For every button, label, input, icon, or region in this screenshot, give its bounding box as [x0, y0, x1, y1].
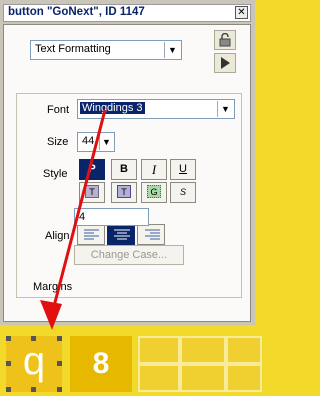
emboss-button[interactable]: G	[141, 182, 167, 203]
selection-handle[interactable]	[31, 387, 36, 392]
font-label: Font	[47, 104, 70, 116]
underline-button[interactable]: U	[170, 159, 196, 180]
change-case-button[interactable]: Change Case...	[74, 245, 184, 265]
selection-handle[interactable]	[57, 336, 62, 341]
size-value: 44	[82, 135, 95, 147]
selection-handle[interactable]	[31, 336, 36, 341]
font-value: Wingdings 3	[80, 102, 145, 114]
tile-8[interactable]: 8	[70, 336, 132, 392]
shadow-button[interactable]: T	[79, 182, 105, 203]
tile-q-glyph: q	[22, 339, 46, 383]
play-button[interactable]	[214, 53, 236, 73]
selection-handle[interactable]	[6, 387, 11, 392]
emboss-glyph: G	[147, 185, 161, 198]
text-formatting-group: Font Wingdings 3 ▼ Size 44 ▼ Style P B I…	[16, 93, 242, 298]
inspector-window: button "GoNext", ID 1147 ✕ Text Formatti…	[0, 0, 255, 325]
plain-style-button[interactable]: P	[79, 159, 105, 180]
selection-handle[interactable]	[57, 361, 62, 366]
inspector-panel: Text Formatting ▼ Font Wingdings 3 ▼ Siz…	[3, 24, 251, 322]
go-next-button-tile[interactable]: q	[6, 336, 62, 392]
card-strip: q 8	[0, 328, 267, 396]
italic-button[interactable]: I	[141, 159, 167, 180]
shadow-glyph: T	[85, 185, 99, 198]
style-label: Style	[43, 168, 68, 180]
selection-handle[interactable]	[6, 361, 11, 366]
window-title: button "GoNext", ID 1147	[8, 6, 145, 18]
font-dropdown[interactable]: Wingdings 3 ▼	[77, 99, 235, 119]
align-right-button[interactable]	[137, 224, 165, 245]
align-left-icon	[84, 229, 99, 240]
align-left-button[interactable]	[77, 224, 105, 245]
grid-tile	[226, 336, 262, 364]
grid-tile	[138, 364, 180, 392]
size-dropdown[interactable]: 44 ▼	[77, 132, 115, 152]
margins-input[interactable]: 4	[74, 208, 149, 226]
size-label: Size	[47, 136, 69, 148]
chevron-down-icon[interactable]: ▼	[164, 42, 180, 58]
bold-button[interactable]: B	[111, 159, 137, 180]
outline-glyph: T	[117, 185, 131, 198]
grid-tile	[226, 364, 262, 392]
outline-button[interactable]: T	[111, 182, 137, 203]
chevron-down-icon[interactable]: ▼	[99, 134, 113, 150]
align-center-icon	[114, 229, 130, 240]
play-icon	[221, 57, 230, 69]
extend-button[interactable]: S	[170, 182, 196, 203]
align-right-icon	[145, 229, 160, 240]
align-label: Align	[45, 230, 70, 242]
selection-handle[interactable]	[57, 387, 62, 392]
close-button[interactable]: ✕	[235, 6, 248, 19]
title-bar[interactable]: button "GoNext", ID 1147 ✕	[3, 4, 251, 22]
grid-tile	[180, 336, 226, 364]
lock-button[interactable]	[214, 30, 236, 50]
chevron-down-icon[interactable]: ▼	[217, 101, 233, 117]
panel-selector[interactable]: Text Formatting ▼	[30, 40, 182, 60]
selection-handle[interactable]	[6, 336, 11, 341]
close-icon: ✕	[237, 7, 246, 18]
grid-tile	[180, 364, 226, 392]
unlock-icon	[219, 32, 231, 47]
align-center-button[interactable]	[107, 224, 135, 245]
grid-tile	[138, 336, 180, 364]
panel-selector-value: Text Formatting	[35, 43, 111, 55]
extend-glyph: S	[179, 187, 186, 197]
margins-label: Margins	[33, 281, 73, 293]
